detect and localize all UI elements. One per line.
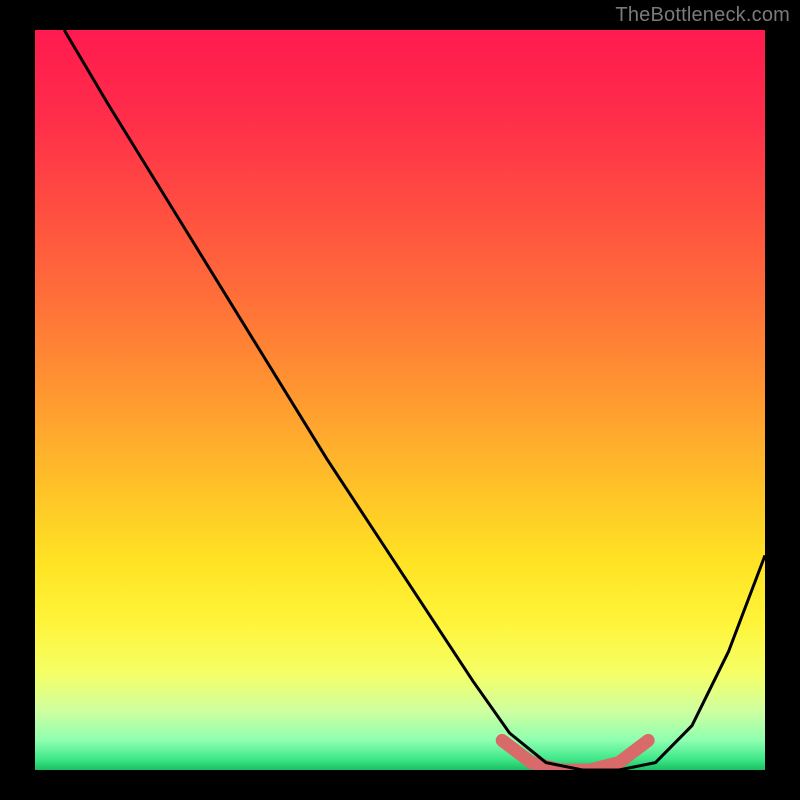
heat-background [35,30,765,770]
attribution-text: TheBottleneck.com [615,4,790,27]
chart-frame: TheBottleneck.com [0,0,800,800]
bottleneck-chart [35,30,765,770]
